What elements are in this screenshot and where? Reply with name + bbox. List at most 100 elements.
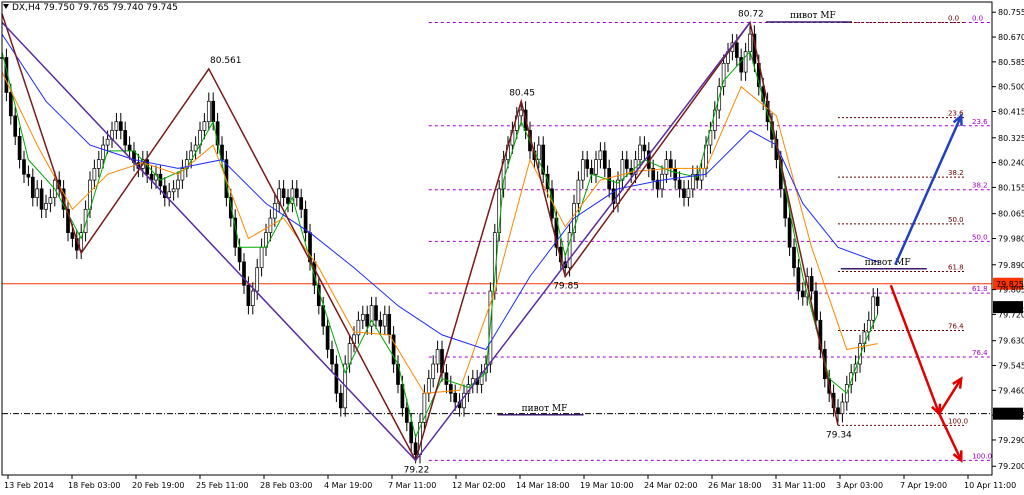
x-tick-label: 3 Apr 03:00	[836, 481, 883, 490]
x-tick-label: 7 Mar 11:00	[388, 481, 436, 490]
candle-body	[734, 42, 739, 58]
fib-level-label-right: 61.8	[948, 263, 964, 271]
fib-level-label-right: 100.0	[948, 417, 968, 425]
candle-body	[453, 392, 458, 403]
candle-body	[8, 92, 13, 117]
candle-body	[871, 296, 876, 321]
candle-body	[387, 314, 392, 336]
x-tick-label: 18 Feb 03:00	[68, 481, 120, 490]
candle-body	[123, 130, 128, 146]
candle-body	[101, 144, 106, 161]
candle-body	[299, 197, 304, 210]
x-tick-label: 14 Mar 18:00	[516, 481, 569, 490]
pivot-mf-label: пивот MF	[865, 258, 911, 268]
candle-body	[202, 121, 207, 131]
candle-body	[800, 290, 805, 298]
pivot-point-label: 79.22	[404, 465, 430, 475]
candle-body	[13, 115, 18, 137]
x-tick-label: 25 Feb 11:00	[196, 481, 248, 490]
candle-body	[30, 176, 35, 198]
x-tick-label: 26 Mar 18:00	[708, 481, 761, 490]
candle-body	[39, 188, 44, 210]
y-tick-label: 79.980	[998, 235, 1024, 244]
candle-body	[598, 150, 603, 161]
fib-level-label-right: 38.2	[948, 169, 964, 177]
candle-body	[444, 372, 449, 385]
fib-level-label: 76.4	[972, 349, 988, 357]
candle-body	[787, 217, 792, 248]
candle-body	[642, 144, 647, 152]
candle-body	[426, 378, 431, 394]
candle-body	[176, 179, 180, 190]
pivot-mf-label: пивот MF	[522, 404, 568, 414]
candle-body	[242, 261, 246, 286]
x-tick-label: 28 Feb 03:00	[260, 481, 312, 490]
candle-body	[338, 392, 343, 409]
y-tick-label: 80.415	[998, 107, 1024, 116]
candle-body	[365, 314, 370, 327]
candle-body	[325, 325, 330, 350]
candle-body	[96, 159, 101, 169]
candle-body	[404, 407, 409, 423]
candle-body	[796, 267, 801, 292]
x-tick-label: 13 Feb 2014	[4, 481, 54, 490]
candle-body	[836, 407, 840, 415]
fib-level-label-right: 50.0	[948, 216, 964, 224]
candle-body	[624, 159, 629, 169]
y-tick-label: 79.290	[998, 436, 1024, 445]
fib-level-label: 38.2	[972, 182, 988, 190]
candle-body	[281, 188, 286, 198]
y-tick-label: 79.200	[998, 462, 1024, 471]
candle-body	[237, 246, 242, 263]
candle-body	[171, 188, 176, 193]
candle-body	[167, 191, 172, 198]
candle-body	[246, 284, 251, 307]
candle-body	[448, 384, 453, 394]
candle-body	[330, 349, 334, 365]
candle-body	[211, 100, 216, 123]
candle-body	[44, 203, 48, 210]
x-tick-label: 31 Mar 11:00	[772, 481, 825, 490]
candle-body	[391, 334, 396, 365]
candle-body	[114, 121, 119, 131]
candle-body	[206, 100, 211, 123]
candle-body	[127, 144, 132, 152]
candle-body	[255, 267, 260, 292]
y-tick-label: 80.670	[998, 33, 1024, 42]
candle-body	[382, 314, 387, 327]
chart-background	[0, 0, 1024, 495]
candle-body	[259, 246, 264, 269]
candle-body	[686, 188, 691, 198]
candle-body	[294, 188, 299, 198]
candle-body	[576, 179, 581, 204]
y-tick-label: 80.155	[998, 183, 1024, 192]
candle-body	[374, 305, 378, 321]
x-tick-label: 24 Mar 02:00	[644, 481, 697, 490]
x-tick-label: 20 Feb 19:00	[132, 481, 184, 490]
candle-body	[602, 150, 607, 169]
y-tick-label: 79.890	[998, 261, 1024, 270]
candle-body	[409, 422, 414, 444]
chart-header: DX,H4 79.750 79.765 79.740 79.745	[12, 3, 178, 13]
candle-body	[105, 138, 110, 146]
candle-body	[48, 197, 53, 204]
candle-body	[35, 188, 40, 198]
fib-level-label: 100.0	[972, 452, 992, 460]
candle-body	[286, 197, 290, 204]
candle-body	[638, 144, 642, 161]
pivot-point-label: 79.85	[553, 281, 579, 291]
candle-body	[814, 290, 818, 321]
y-tick-label: 79.720	[998, 310, 1024, 319]
candle-body	[677, 179, 682, 190]
x-tick-label: 12 Mar 02:00	[452, 481, 505, 490]
candle-body	[620, 159, 625, 181]
chart-canvas: 79.82579.38079.745 0.023.638.250.061.876…	[0, 0, 1024, 495]
candle-body	[875, 296, 880, 307]
pivot-point-label: 80.561	[210, 56, 242, 66]
candle-body	[616, 179, 620, 204]
y-tick-label: 80.755	[998, 8, 1024, 17]
candle-body	[360, 314, 365, 321]
pivot-mf-label: пивот MF	[790, 11, 836, 21]
candle-body	[272, 203, 277, 219]
candle-body	[250, 290, 255, 307]
